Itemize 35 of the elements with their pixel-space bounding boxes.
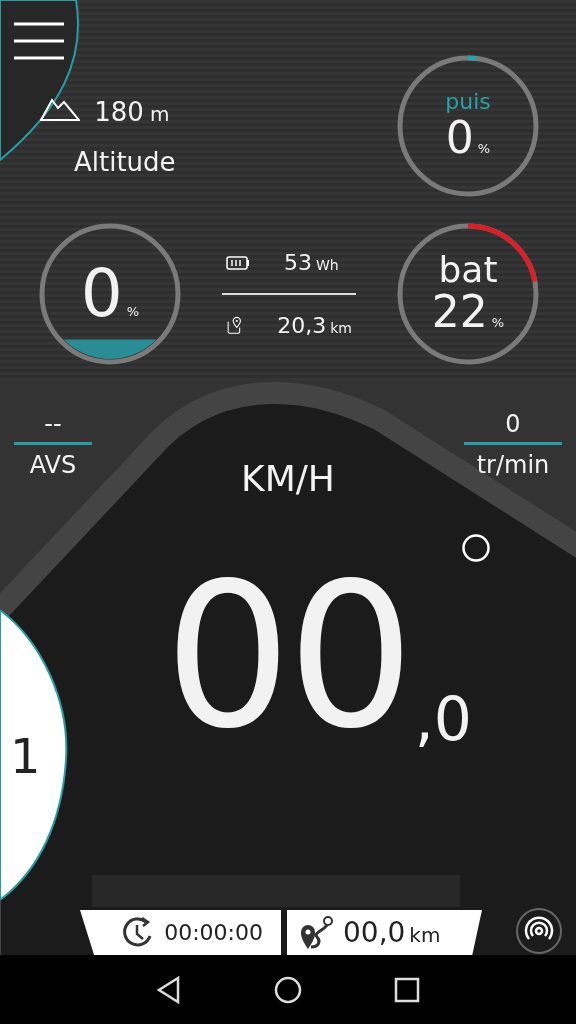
assist-level-value: 1 bbox=[10, 728, 41, 784]
percent-unit: % bbox=[491, 314, 505, 330]
percent-unit: % bbox=[126, 303, 140, 319]
route-icon bbox=[299, 914, 335, 951]
gauge-label: bat bbox=[438, 251, 498, 288]
energy-unit: Wh bbox=[316, 257, 339, 273]
menu-icon[interactable] bbox=[14, 22, 64, 60]
battery-icon bbox=[226, 255, 250, 270]
trip-distance: 00,0 bbox=[343, 916, 406, 949]
speed-decimal: ,0 bbox=[414, 689, 472, 749]
mountain-icon bbox=[40, 97, 81, 121]
altitude-unit: m bbox=[149, 102, 170, 126]
speed-value: 00 bbox=[164, 561, 411, 751]
energy-value: 53 bbox=[284, 250, 312, 275]
recent-apps-icon[interactable] bbox=[394, 976, 420, 1003]
gauge-value: 0 bbox=[445, 114, 474, 163]
back-icon[interactable] bbox=[156, 975, 182, 1004]
home-icon[interactable] bbox=[274, 975, 302, 1004]
avs-label: AVS bbox=[29, 450, 77, 479]
gauge-value: 22 bbox=[431, 287, 488, 337]
altitude-label: Altitude bbox=[74, 147, 176, 177]
percent-unit: % bbox=[477, 141, 491, 157]
avs-value: -- bbox=[44, 410, 62, 440]
range-value: 20,3 bbox=[277, 313, 327, 338]
status-circle-icon bbox=[462, 534, 490, 562]
gauge-label: puis bbox=[445, 89, 491, 115]
altitude-value: 180 bbox=[94, 97, 144, 127]
cadence-value: 0 bbox=[505, 410, 521, 440]
gauge-value: 0 bbox=[80, 257, 123, 331]
cadence-unit: tr/min bbox=[476, 450, 550, 479]
trip-time: 00:00:00 bbox=[164, 920, 263, 945]
speed-unit: KM/H bbox=[241, 458, 335, 499]
range-unit: km bbox=[330, 320, 352, 336]
distance-unit: km bbox=[409, 923, 441, 947]
assist-level-tab[interactable] bbox=[0, 610, 70, 900]
